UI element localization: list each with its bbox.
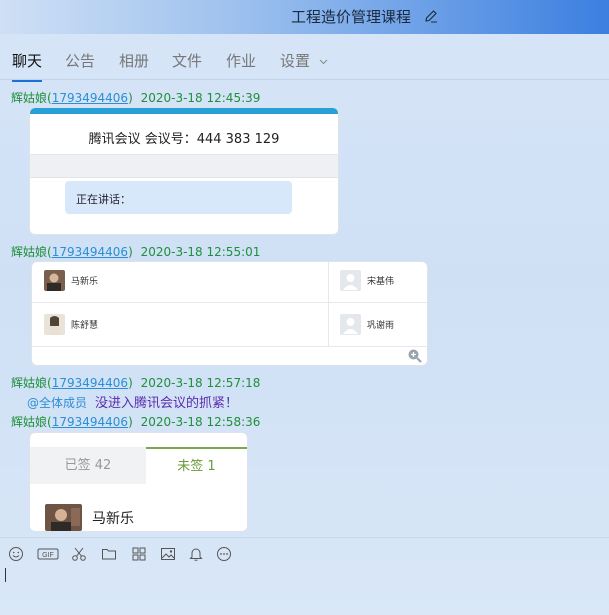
- sender-qq[interactable]: 1793494406: [52, 245, 128, 259]
- gif-icon[interactable]: GIF: [37, 546, 59, 562]
- group-title: 工程造价管理课程: [291, 8, 412, 26]
- message-time: 2020-3-18 12:45:39: [140, 91, 261, 105]
- default-avatar-icon: [340, 270, 361, 291]
- tab-homework[interactable]: 作业: [226, 50, 256, 71]
- tab-settings[interactable]: 设置: [280, 50, 328, 71]
- divider: [32, 302, 427, 303]
- title-bar: 工程造价管理课程: [0, 0, 609, 34]
- emoji-icon[interactable]: [8, 546, 24, 562]
- zoom-in-icon[interactable]: [407, 348, 422, 363]
- meeting-title: 腾讯会议 会议号：444 383 129: [88, 132, 280, 147]
- sender-name[interactable]: 辉姑娘: [11, 415, 47, 429]
- message-time: 2020-3-18 12:57:18: [140, 376, 261, 390]
- message-header: 辉姑娘(1793494406) 2020-3-18 12:58:36: [11, 415, 261, 429]
- tab-bar: 聊天 公告 相册 文件 作业 设置: [0, 34, 609, 82]
- user-photo-avatar: [44, 314, 65, 335]
- input-toolbar: GIF: [0, 537, 609, 567]
- unsigned-member-name: 马新乐: [92, 511, 134, 527]
- tab-files[interactable]: 文件: [172, 50, 202, 71]
- meeting-divider-band: [30, 154, 338, 178]
- signin-card[interactable]: 已签 42 未签 1 马新乐: [30, 433, 247, 531]
- sender-qq[interactable]: 1793494406: [52, 91, 128, 105]
- unsigned-tab[interactable]: 未签 1: [146, 447, 247, 484]
- scissors-icon[interactable]: [71, 546, 87, 562]
- sender-qq[interactable]: 1793494406: [52, 415, 128, 429]
- tab-album[interactable]: 相册: [119, 50, 149, 71]
- sender-name[interactable]: 辉姑娘: [11, 91, 47, 105]
- default-avatar-icon: [340, 314, 361, 335]
- message-header: 辉姑娘(1793494406) 2020-3-18 12:57:18: [11, 376, 261, 390]
- meeting-card[interactable]: 腾讯会议 会议号：444 383 129 正在讲话：: [30, 108, 338, 234]
- bell-icon[interactable]: [188, 546, 204, 562]
- attendee-name: 马新乐: [71, 277, 99, 287]
- folder-icon[interactable]: [101, 546, 117, 562]
- message-time: 2020-3-18 12:58:36: [140, 415, 261, 429]
- message-header: 辉姑娘(1793494406) 2020-3-18 12:45:39: [11, 91, 261, 105]
- edit-icon[interactable]: [424, 9, 438, 23]
- tab-announcement[interactable]: 公告: [65, 50, 95, 71]
- image-icon[interactable]: [160, 546, 176, 562]
- message-time: 2020-3-18 12:55:01: [140, 245, 261, 259]
- signed-tab[interactable]: 已签 42: [30, 447, 146, 484]
- user-photo-avatar: [45, 504, 82, 531]
- tab-chat[interactable]: 聊天: [12, 50, 43, 82]
- attendee-card[interactable]: 马新乐 宋基伟 陈舒慧 巩谢雨: [32, 262, 427, 365]
- divider: [328, 262, 329, 346]
- message-header: 辉姑娘(1793494406) 2020-3-18 12:55:01: [11, 245, 261, 259]
- divider: [32, 346, 427, 347]
- sender-name[interactable]: 辉姑娘: [11, 245, 47, 259]
- text-input-cursor[interactable]: [5, 568, 6, 582]
- user-photo-avatar: [44, 270, 65, 291]
- sender-name[interactable]: 辉姑娘: [11, 376, 47, 390]
- svg-text:GIF: GIF: [42, 552, 54, 559]
- attendee-name: 宋基伟: [367, 277, 395, 287]
- message-body: @全体成员 没进入腾讯会议的抓紧！: [27, 392, 238, 411]
- card-accent-bar: [30, 108, 338, 114]
- attendee-name: 巩谢雨: [367, 321, 395, 331]
- sender-qq[interactable]: 1793494406: [52, 376, 128, 390]
- chevron-down-icon: [319, 59, 328, 65]
- attendee-name: 陈舒慧: [71, 321, 99, 331]
- more-icon[interactable]: [216, 546, 232, 562]
- file-icon[interactable]: [131, 546, 147, 562]
- speaking-indicator: 正在讲话：: [65, 181, 292, 214]
- tab-settings-label: 设置: [280, 52, 311, 70]
- message-text: 没进入腾讯会议的抓紧！: [95, 396, 239, 411]
- mention-all[interactable]: @全体成员: [27, 396, 87, 410]
